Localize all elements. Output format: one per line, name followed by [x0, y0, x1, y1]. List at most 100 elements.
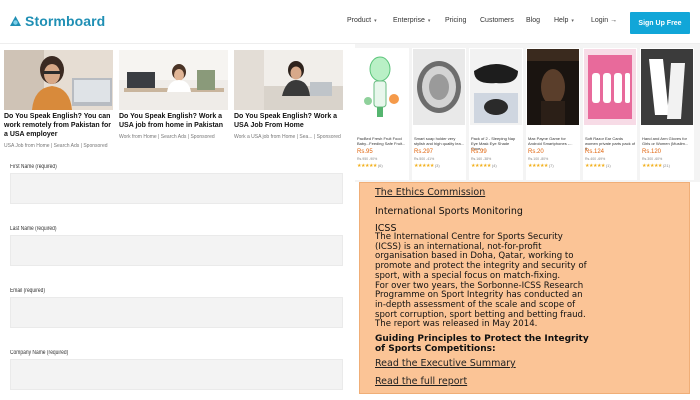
- nav-pricing-label: Pricing: [445, 17, 467, 24]
- ad-meta: Work from Home | Search Ads | Sponsored: [119, 134, 215, 140]
- sign-up-free-button[interactable]: Sign Up Free: [630, 12, 690, 34]
- first-name-field[interactable]: [10, 173, 343, 204]
- product-image-fruit-feeder: [356, 49, 408, 125]
- company-name-label: Company Name (required): [10, 350, 69, 356]
- product-price: Rs.99: [471, 149, 487, 155]
- review-count: (21): [662, 163, 670, 168]
- ad-meta: Work a USA job from Home | Sea... | Spon…: [234, 134, 341, 140]
- product-price: Rs.297: [414, 149, 434, 155]
- ethics-commission-link[interactable]: The Ethics Commission: [375, 187, 485, 198]
- ad-cta[interactable]: Search Ads: [161, 134, 187, 140]
- rating-stars-icon: ★★★★★ (6): [357, 163, 383, 169]
- ad-cta[interactable]: Search Ads: [54, 143, 80, 149]
- ethics-info-panel: The Ethics Commission International Spor…: [359, 182, 690, 394]
- review-count: (7): [548, 163, 554, 168]
- product-image-pink-pack: [584, 49, 636, 125]
- first-name-label: First Name (required): [10, 164, 57, 170]
- product-card[interactable]: Pack of 2 - Sleeping Nap Eye Mask Eye Sh…: [469, 48, 523, 180]
- stars: ★★★★★: [585, 163, 605, 169]
- product-old-price: Rs.160 -38%: [471, 157, 492, 161]
- product-card[interactable]: Max Payne Game for Android Smartphones -…: [526, 48, 580, 180]
- product-card[interactable]: PacBed Fresh Fruit Food Baby...Feeding S…: [355, 48, 409, 180]
- review-count: (4): [491, 163, 497, 168]
- nav-customers-label: Customers: [480, 17, 514, 24]
- nav-login[interactable]: Login →: [591, 17, 617, 24]
- nav-product[interactable]: Product ▾: [347, 17, 377, 24]
- ad-source: Work a USA job from Home: [234, 134, 296, 140]
- rating-stars-icon: ★★★★★ (7): [528, 163, 554, 169]
- full-report-link[interactable]: Read the full report: [375, 376, 467, 387]
- product-title: PacBed Fresh Fruit Food Baby...Feeding S…: [357, 136, 406, 146]
- chevron-down-icon: ▾: [374, 18, 377, 24]
- logo-text: Stormboard: [25, 13, 106, 29]
- stars: ★★★★★: [414, 163, 434, 169]
- product-title: Max Payne Game for Android Smartphones -…: [528, 136, 573, 146]
- sponsored-label: Sponsored: [190, 134, 215, 140]
- rating-stars-icon: ★★★★★ (3): [414, 163, 440, 169]
- ad-cta[interactable]: Sea...: [299, 134, 312, 140]
- product-old-price: Rs.400 -69%: [585, 157, 606, 161]
- product-card[interactable]: Hand and Arm Gloves for Girls or Women (…: [640, 48, 694, 180]
- last-name-field[interactable]: [10, 235, 343, 266]
- product-card[interactable]: Smart soap holder very stylish and high …: [412, 48, 466, 180]
- ad-separator: |: [296, 134, 299, 140]
- nav-pricing[interactable]: Pricing: [445, 17, 466, 24]
- ad-title[interactable]: Do You Speak English? You can work remot…: [4, 112, 116, 139]
- executive-summary-link[interactable]: Read the Executive Summary: [375, 358, 516, 369]
- product-old-price: Rs.300 -60%: [642, 157, 663, 161]
- product-old-price: Rs.100 -80%: [528, 157, 549, 161]
- product-price: Rs.95: [357, 149, 373, 155]
- ad-title[interactable]: Do You Speak English? Work a USA job fro…: [119, 112, 231, 130]
- paragraph-line: The report was released in May 2014.: [375, 319, 538, 330]
- review-count: (3): [434, 163, 440, 168]
- nav-help[interactable]: Help ▾: [554, 17, 574, 24]
- ad-image-woman-desk: [119, 50, 228, 110]
- chevron-down-icon: ▾: [571, 18, 574, 24]
- email-field[interactable]: [10, 297, 343, 328]
- nav-customers[interactable]: Customers: [480, 17, 514, 24]
- rating-stars-icon: ★★★★★ (21): [642, 163, 670, 169]
- review-count: (1): [605, 163, 611, 168]
- ad-title[interactable]: Do You Speak English? Work a USA Job Fro…: [234, 112, 346, 130]
- product-image-eye-mask: [470, 49, 522, 125]
- nav-enterprise[interactable]: Enterprise ▾: [393, 17, 430, 24]
- product-title: Smart soap holder very stylish and high …: [414, 136, 465, 146]
- product-price: Rs.120: [642, 149, 662, 155]
- last-name-label: Last Name (required): [10, 226, 57, 232]
- sponsored-label: Sponsored: [316, 134, 341, 140]
- guiding-principles-heading: Guiding Principles to Protect the Integr…: [375, 334, 675, 354]
- sponsored-label: Sponsored: [83, 143, 108, 149]
- product-price: Rs.124: [585, 149, 605, 155]
- product-old-price: Rs.950 -90%: [357, 157, 378, 161]
- nav-help-label: Help: [554, 17, 569, 24]
- rating-stars-icon: ★★★★★ (1): [585, 163, 611, 169]
- product-card[interactable]: Soft Razor Ear Cards women private parts…: [583, 48, 637, 180]
- ad-source: Work from Home: [119, 134, 157, 140]
- panel-subtitle: International Sports Monitoring: [375, 206, 523, 217]
- nav-product-label: Product: [347, 17, 372, 24]
- product-image-game-cover: [527, 49, 579, 125]
- ad-separator: |: [187, 134, 190, 140]
- product-price: Rs.20: [528, 149, 544, 155]
- panel-paragraph: The International Centre for Sports Secu…: [375, 232, 680, 330]
- heading-line: Guiding Principles to Protect the Integr…: [375, 334, 589, 344]
- nav-login-label: Login →: [591, 17, 618, 24]
- company-name-field[interactable]: [10, 359, 343, 390]
- ad-meta: USA Job from Home | Search Ads | Sponsor…: [4, 143, 108, 149]
- stormboard-logo[interactable]: Stormboard: [9, 13, 105, 29]
- nav-enterprise-label: Enterprise: [393, 17, 425, 24]
- stars: ★★★★★: [642, 163, 662, 169]
- nav-blog[interactable]: Blog: [526, 17, 540, 24]
- ad-image-woman-laptop: [4, 50, 113, 110]
- ad-separator: |: [313, 134, 316, 140]
- product-image-gloves: [641, 49, 693, 125]
- top-navbar: Stormboard Product ▾ Enterprise ▾ Pricing …: [0, 0, 700, 44]
- review-count: (6): [377, 163, 383, 168]
- nav-blog-label: Blog: [526, 17, 541, 24]
- stormboard-logo-icon: [10, 15, 21, 26]
- email-label: Email (required): [10, 288, 46, 294]
- product-title: Hand and Arm Gloves for Girls or Women (…: [642, 136, 689, 146]
- heading-line: of Sports Competitions:: [375, 344, 496, 354]
- rating-stars-icon: ★★★★★ (4): [471, 163, 497, 169]
- ad-separator: |: [80, 143, 82, 149]
